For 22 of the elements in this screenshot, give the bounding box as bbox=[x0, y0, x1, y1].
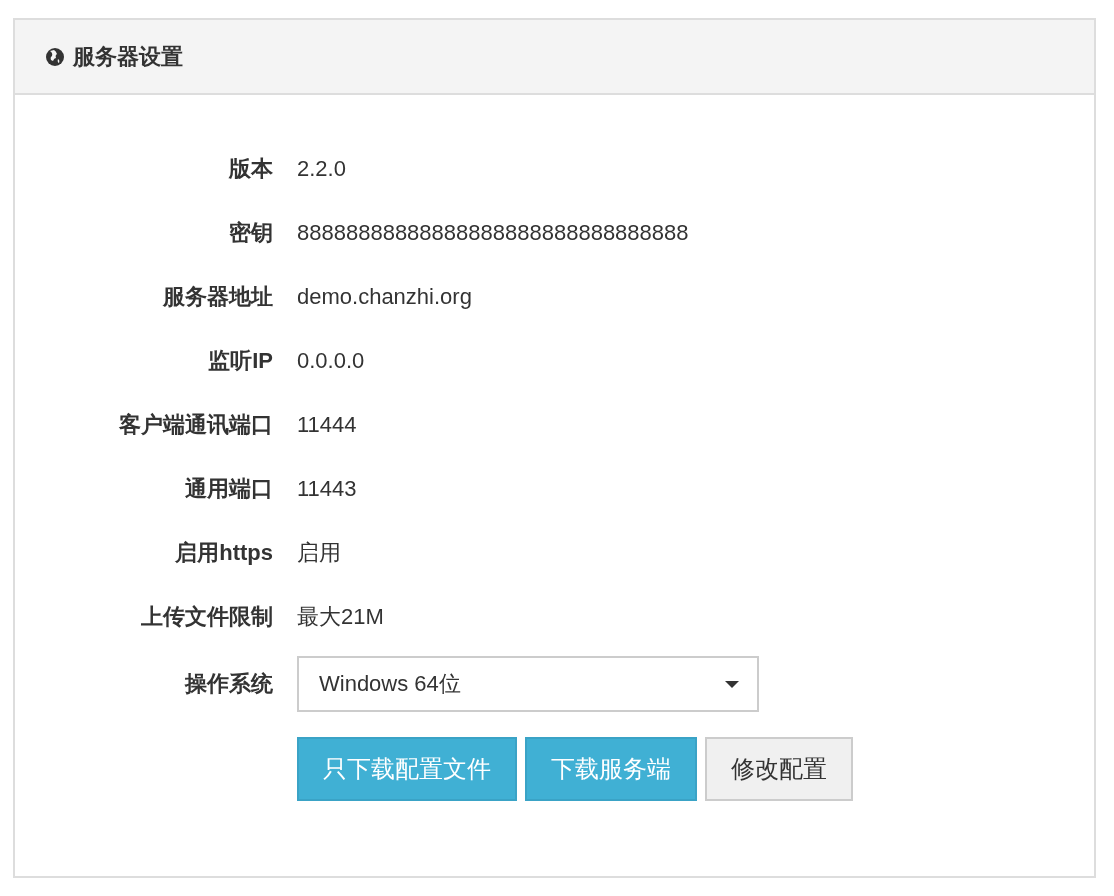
field-label: 操作系统 bbox=[183, 670, 274, 698]
os-select[interactable]: Windows 64位 bbox=[297, 656, 759, 712]
field-label: 监听IP bbox=[207, 347, 274, 375]
field-label: 密钥 bbox=[228, 219, 274, 247]
field-value: demo.chanzhi.org bbox=[297, 284, 472, 310]
field-value: 11444 bbox=[297, 412, 357, 438]
action-button[interactable]: 修改配置 bbox=[705, 737, 853, 801]
field-label: 版本 bbox=[228, 155, 274, 183]
globe-icon bbox=[45, 46, 65, 67]
caret-icon bbox=[725, 680, 739, 688]
field-value: 最大21M bbox=[297, 603, 384, 631]
field-value: 11443 bbox=[297, 476, 357, 502]
field-value: 启用 bbox=[297, 539, 341, 567]
field-value: 0.0.0.0 bbox=[297, 348, 365, 374]
field-label: 服务器地址 bbox=[161, 283, 274, 311]
panel-title: 服务器设置 bbox=[73, 42, 183, 71]
field-label: 上传文件限制 bbox=[140, 603, 274, 631]
field-value: 88888888888888888888888888888888 bbox=[297, 220, 689, 246]
field-label: 通用端口 bbox=[184, 475, 274, 503]
field-value: 2.2.0 bbox=[297, 156, 346, 182]
field-label: 客户端通讯端口 bbox=[118, 411, 274, 439]
field-label: 启用https bbox=[174, 539, 274, 567]
